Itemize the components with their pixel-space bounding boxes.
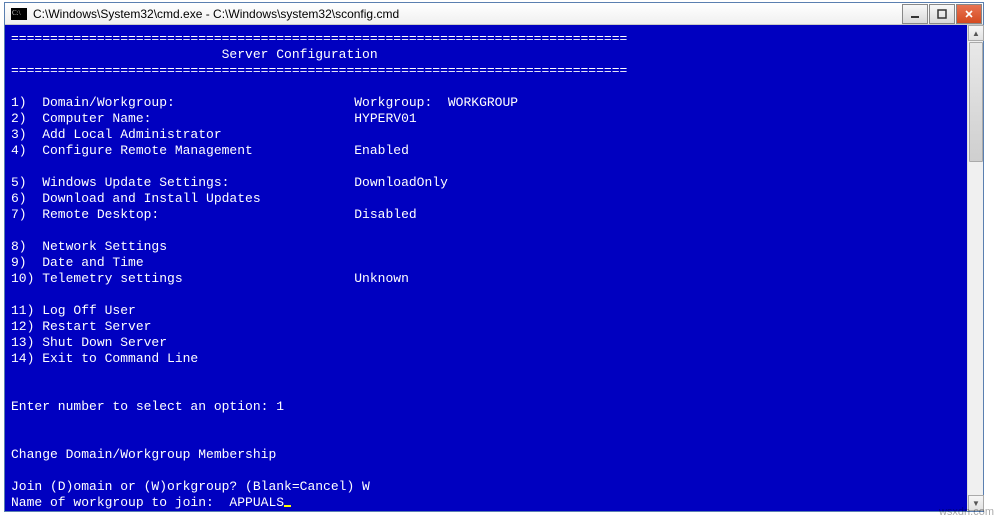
titlebar[interactable]: C:\Windows\System32\cmd.exe - C:\Windows… xyxy=(5,3,983,25)
client-area: ========================================… xyxy=(5,25,983,511)
scroll-up-button[interactable]: ▲ xyxy=(968,25,984,41)
minimize-button[interactable] xyxy=(902,4,928,24)
window-title: C:\Windows\System32\cmd.exe - C:\Windows… xyxy=(31,7,902,21)
text-cursor xyxy=(284,505,291,507)
close-button[interactable] xyxy=(956,4,982,24)
cmd-icon xyxy=(11,8,27,20)
scroll-thumb[interactable] xyxy=(969,42,983,162)
watermark-text: wsxdn.com xyxy=(939,506,994,518)
vertical-scrollbar[interactable]: ▲ ▼ xyxy=(967,25,983,511)
maximize-button[interactable] xyxy=(929,4,955,24)
cmd-window: C:\Windows\System32\cmd.exe - C:\Windows… xyxy=(4,2,984,512)
window-buttons xyxy=(902,3,983,24)
terminal-output[interactable]: ========================================… xyxy=(5,25,967,511)
